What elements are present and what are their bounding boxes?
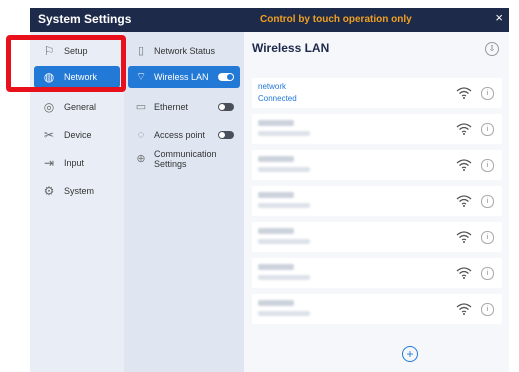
network-subnav: ▯ Network Status ⌔ Wireless LAN ▭ Ethern… (124, 32, 244, 372)
redacted-name (258, 264, 294, 270)
wifi-icon: ⌔ (135, 71, 147, 83)
sidebar-item-label: General (64, 102, 97, 112)
redacted-name (258, 120, 294, 126)
redacted-detail (258, 167, 310, 172)
network-row-connected[interactable]: network Connected i (252, 78, 502, 108)
wifi-signal-icon (456, 267, 472, 279)
wireless-lan-panel: Wireless LAN ⇩ network Connected i i i i… (244, 32, 509, 372)
redacted-name (258, 156, 294, 162)
subnav-item-label: Network Status (154, 46, 216, 56)
network-row[interactable]: i (252, 294, 502, 324)
globe-icon: ⊕ (136, 153, 146, 165)
sidebar-item-label: System (64, 186, 95, 196)
highlight-annotation-box (6, 35, 126, 92)
wifi-signal-icon (456, 231, 472, 243)
panel-title: Wireless LAN (252, 41, 330, 55)
redacted-detail (258, 239, 310, 244)
redacted-detail (258, 203, 310, 208)
document-icon: ▯ (137, 45, 145, 57)
window-title: System Settings (38, 12, 132, 26)
monitor-icon: ▭ (135, 101, 147, 113)
subnav-item-access-point[interactable]: ◌ Access point (128, 124, 240, 146)
toggle-knob (227, 74, 233, 80)
wifi-signal-icon (456, 87, 472, 99)
close-icon[interactable]: × (495, 11, 503, 25)
network-row[interactable]: i (252, 258, 502, 288)
subnav-item-label: Ethernet (154, 102, 189, 112)
network-row[interactable]: i (252, 222, 502, 252)
wifi-signal-icon (456, 123, 472, 135)
tools-icon: ✂ (43, 128, 55, 142)
network-row[interactable]: i (252, 150, 502, 180)
right-margin (509, 0, 519, 372)
wifi-signal-icon (456, 159, 472, 171)
download-icon[interactable]: ⇩ (485, 42, 499, 56)
screen: System Settings Control by touch operati… (0, 0, 519, 372)
network-row[interactable]: i (252, 114, 502, 144)
redacted-name (258, 228, 294, 234)
subnav-item-wireless-lan[interactable]: ⌔ Wireless LAN (128, 66, 240, 88)
subnav-item-ethernet[interactable]: ▭ Ethernet (128, 96, 240, 118)
subnav-item-label: Wireless LAN (154, 72, 209, 82)
sidebar-item-system[interactable]: ⚙ System (34, 180, 120, 202)
sidebar-item-label: Device (64, 130, 92, 140)
subnav-item-label: Access point (154, 130, 206, 140)
access-point-toggle[interactable] (218, 131, 234, 139)
sidebar-item-input[interactable]: ⇥ Input (34, 152, 120, 174)
info-icon[interactable]: i (481, 123, 494, 136)
info-icon[interactable]: i (481, 159, 494, 172)
ethernet-toggle[interactable] (218, 103, 234, 111)
input-icon: ⇥ (43, 156, 55, 170)
label-line-1: Communication (154, 149, 217, 159)
toggle-knob (219, 132, 225, 138)
subnav-item-communication-settings[interactable]: ⊕ Communication Settings (128, 148, 240, 170)
info-icon[interactable]: i (481, 267, 494, 280)
network-row[interactable]: i (252, 186, 502, 216)
redacted-name (258, 300, 294, 306)
toggle-knob (219, 104, 225, 110)
network-name: network (258, 82, 287, 91)
title-bar: System Settings Control by touch operati… (30, 8, 509, 32)
sidebar-item-device[interactable]: ✂ Device (34, 124, 120, 146)
wireless-lan-toggle[interactable] (218, 73, 234, 81)
network-status: Connected (258, 94, 297, 103)
redacted-name (258, 192, 294, 198)
subnav-item-network-status[interactable]: ▯ Network Status (128, 40, 240, 62)
system-gear-icon: ⚙ (43, 184, 55, 198)
label-line-2: Settings (154, 159, 187, 169)
sidebar-item-label: Input (64, 158, 85, 168)
wifi-signal-icon (456, 195, 472, 207)
info-icon[interactable]: i (481, 231, 494, 244)
access-point-icon: ◌ (137, 129, 145, 141)
redacted-detail (258, 131, 310, 136)
subnav-item-label: Communication Settings (154, 149, 217, 169)
add-network-button[interactable]: + (402, 346, 418, 362)
sidebar-item-general[interactable]: ◎ General (34, 96, 120, 118)
wifi-signal-icon (456, 303, 472, 315)
redacted-detail (258, 311, 310, 316)
info-icon[interactable]: i (481, 87, 494, 100)
general-icon: ◎ (43, 100, 55, 114)
info-icon[interactable]: i (481, 195, 494, 208)
info-icon[interactable]: i (481, 303, 494, 316)
touch-only-notice: Control by touch operation only (260, 14, 412, 25)
redacted-detail (258, 275, 310, 280)
